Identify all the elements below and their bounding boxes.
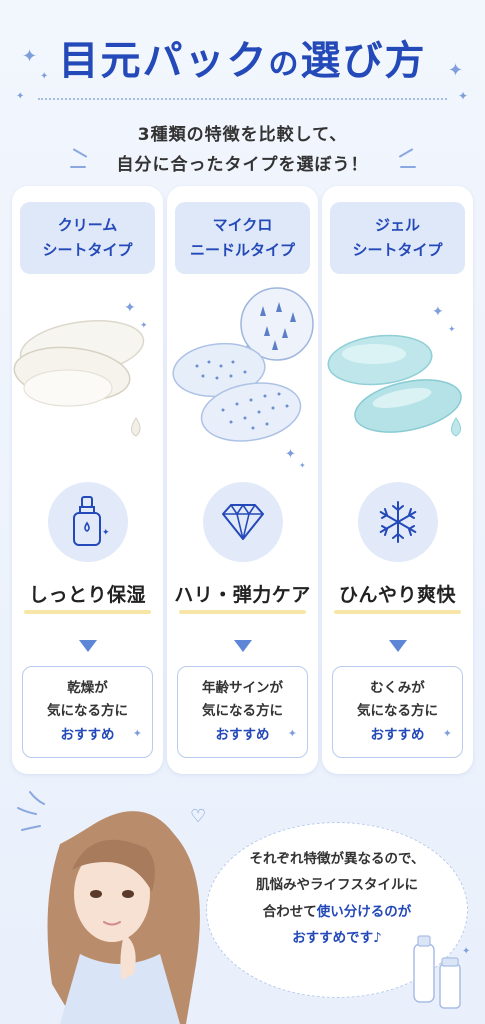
micro-needle-illustration: ✦ ✦ bbox=[172, 287, 314, 470]
title-rest: 選び方 bbox=[300, 38, 427, 84]
sparkle-icon: ✦ bbox=[16, 91, 25, 102]
page-title: 目元パックの選び方 bbox=[0, 28, 485, 86]
sparkle-icon: ✦ bbox=[287, 726, 297, 740]
woman-illustration bbox=[17, 791, 200, 1024]
gel-sheet-illustration: ✦ ✦ bbox=[327, 304, 462, 437]
title-divider bbox=[38, 98, 447, 100]
down-arrow-icon bbox=[389, 640, 407, 652]
svg-text:✦: ✦ bbox=[124, 300, 136, 316]
recommendation-box: むくみが 気になる方に おすすめ ✦ bbox=[332, 666, 463, 758]
rec-line-3: おすすめ bbox=[370, 726, 425, 743]
header-line-2: シートタイプ bbox=[42, 241, 133, 259]
svg-text:✦: ✦ bbox=[285, 447, 296, 462]
rec-line-3: おすすめ bbox=[215, 726, 270, 743]
header-line-1: ジェル bbox=[374, 216, 420, 235]
column-cream-sheet: クリーム シートタイプ ✦ ✦ ✦ しっとり保湿 乾燥が 気になる方に おすすめ… bbox=[12, 186, 163, 774]
bubble-line-3-highlight: 使い分けるのが bbox=[316, 903, 412, 920]
sparkle-icon: ✦ bbox=[22, 46, 38, 67]
rec-line-2: 気になる方に bbox=[357, 703, 438, 720]
feature-label: ひんやり爽快 bbox=[338, 584, 456, 606]
title-no: の bbox=[268, 47, 301, 82]
rec-line-3: おすすめ bbox=[60, 726, 115, 743]
column-header: ジェル シートタイプ bbox=[330, 202, 465, 274]
title-main: 目元パック bbox=[58, 38, 269, 84]
serum-bottle-icon: ✦ bbox=[73, 496, 110, 546]
down-arrow-icon bbox=[79, 640, 97, 652]
icon-circle bbox=[358, 482, 438, 562]
accent-mark bbox=[70, 166, 86, 168]
diamond-icon bbox=[222, 504, 264, 540]
bubble-line-3: 合わせて使い分けるのが bbox=[222, 899, 452, 925]
feature-underline bbox=[334, 610, 461, 614]
feature-underline bbox=[179, 610, 306, 614]
feature-underline bbox=[24, 610, 151, 614]
sparkle-icon: ✦ bbox=[40, 71, 49, 82]
svg-text:✦: ✦ bbox=[299, 461, 306, 470]
recommendation-box: 年齢サインが 気になる方に おすすめ ✦ bbox=[177, 666, 308, 758]
feature-label: ハリ・弾力ケア bbox=[174, 584, 311, 606]
svg-text:✦: ✦ bbox=[462, 946, 470, 957]
sparkle-icon: ✦ bbox=[458, 89, 469, 103]
icon-circle: ✦ bbox=[48, 482, 128, 562]
header-line-1: クリーム bbox=[57, 216, 118, 235]
sparkle-icon: ✦ bbox=[132, 726, 142, 740]
bubble-line-3-plain: 合わせて bbox=[262, 903, 317, 920]
column-gel-sheet: ジェル シートタイプ ✦ ✦ ひんやり爽快 むくみが 気になる方に おすすめ ✦ bbox=[322, 186, 473, 774]
rec-line-1: むくみが bbox=[370, 679, 425, 696]
column-header: マイクロ ニードルタイプ bbox=[175, 202, 310, 274]
sparkle-icon: ✦ bbox=[442, 726, 452, 740]
heart-icon: ♡ bbox=[190, 806, 207, 827]
icon-circle bbox=[203, 482, 283, 562]
svg-text:✦: ✦ bbox=[140, 321, 148, 331]
header-line-1: マイクロ bbox=[212, 216, 273, 235]
bubble-line-2: 肌悩みやライフスタイルに bbox=[256, 877, 418, 894]
header-line-2: シートタイプ bbox=[352, 241, 443, 259]
subtitle-line-1: 3種類の特徴を比較して、 bbox=[137, 125, 348, 145]
accent-mark bbox=[400, 166, 416, 168]
skincare-products-illustration: ✦ bbox=[413, 935, 470, 1009]
sparkle-icon: ✦ bbox=[448, 60, 464, 81]
rec-line-1: 年齢サインが bbox=[202, 679, 283, 696]
rec-line-1: 乾燥が bbox=[67, 679, 108, 696]
subtitle-line-2: 自分に合ったタイプを選ぼう！ bbox=[116, 155, 369, 175]
cream-sheet-illustration: ✦ ✦ bbox=[13, 300, 148, 437]
column-header: クリーム シートタイプ bbox=[20, 202, 155, 274]
header-line-2: ニードルタイプ bbox=[189, 241, 295, 259]
page: 目元パックの選び方 ✦ ✦ ✦ ✦ ✦ 3種類の特徴を比較して、 自分に合ったタ… bbox=[0, 0, 485, 1024]
column-micro-needle: マイクロ ニードルタイプ ✦ ✦ ハリ・弾力ケア 年齢サインが 気になる方に お… bbox=[167, 186, 318, 774]
bubble-line-1: それぞれ特徴が異なるので、 bbox=[249, 851, 425, 867]
feature-label: しっとり保湿 bbox=[28, 584, 146, 606]
rec-line-2: 気になる方に bbox=[202, 703, 283, 720]
svg-text:✦: ✦ bbox=[448, 325, 456, 335]
recommendation-box: 乾燥が 気になる方に おすすめ ✦ bbox=[22, 666, 153, 758]
svg-text:✦: ✦ bbox=[102, 528, 110, 538]
snowflake-icon bbox=[379, 501, 417, 543]
down-arrow-icon bbox=[234, 640, 252, 652]
rec-line-2: 気になる方に bbox=[47, 703, 128, 720]
svg-text:✦: ✦ bbox=[432, 304, 444, 320]
